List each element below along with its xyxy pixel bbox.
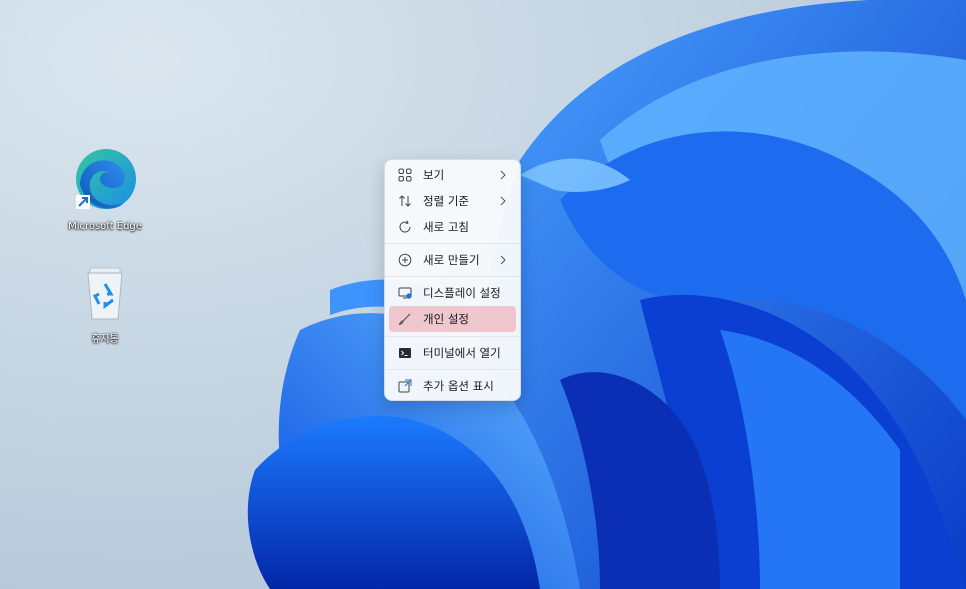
sort-icon	[397, 193, 413, 209]
new-plus-icon	[397, 252, 413, 268]
display-icon	[397, 285, 413, 301]
menu-item-open-in-terminal[interactable]: 터미널에서 열기	[389, 340, 516, 366]
brush-icon	[397, 311, 413, 327]
desktop-icon-label: 휴지통	[91, 334, 119, 345]
view-grid-icon	[397, 167, 413, 183]
menu-item-view[interactable]: 보기	[389, 162, 516, 188]
chevron-right-icon	[500, 170, 506, 180]
menu-item-label: 새로 만들기	[423, 253, 480, 267]
desktop-icon-recycle-bin[interactable]: 휴지통	[62, 264, 148, 345]
menu-item-label: 터미널에서 열기	[423, 346, 501, 360]
menu-separator	[385, 276, 520, 277]
more-options-icon	[397, 378, 413, 394]
menu-item-label: 보기	[423, 168, 445, 182]
chevron-right-icon	[500, 196, 506, 206]
menu-item-label: 추가 옵션 표시	[423, 379, 494, 393]
menu-item-label: 정렬 기준	[423, 194, 469, 208]
menu-item-new[interactable]: 새로 만들기	[389, 247, 516, 273]
menu-item-display-settings[interactable]: 디스플레이 설정	[389, 280, 516, 306]
edge-icon	[76, 149, 136, 209]
menu-item-refresh[interactable]: 새로 고침	[389, 214, 516, 240]
desktop-icon-label: Microsoft Edge	[68, 221, 142, 232]
desktop-context-menu: 보기 정렬 기준 새로 고침 새로 만들기 디스플레이 설정 개인 설정 터미널…	[384, 159, 521, 401]
terminal-icon	[397, 345, 413, 361]
menu-separator	[385, 243, 520, 244]
menu-separator	[385, 336, 520, 337]
menu-item-show-more-options[interactable]: 추가 옵션 표시	[389, 373, 516, 399]
menu-separator	[385, 369, 520, 370]
refresh-icon	[397, 219, 413, 235]
menu-item-label: 개인 설정	[423, 312, 469, 326]
desktop-icon-edge[interactable]: Microsoft Edge	[62, 145, 148, 232]
menu-item-personalize[interactable]: 개인 설정	[389, 306, 516, 332]
chevron-right-icon	[500, 255, 506, 265]
menu-item-sort-by[interactable]: 정렬 기준	[389, 188, 516, 214]
menu-item-label: 새로 고침	[423, 220, 469, 234]
menu-item-label: 디스플레이 설정	[423, 286, 501, 300]
recycle-bin-icon	[87, 267, 123, 320]
